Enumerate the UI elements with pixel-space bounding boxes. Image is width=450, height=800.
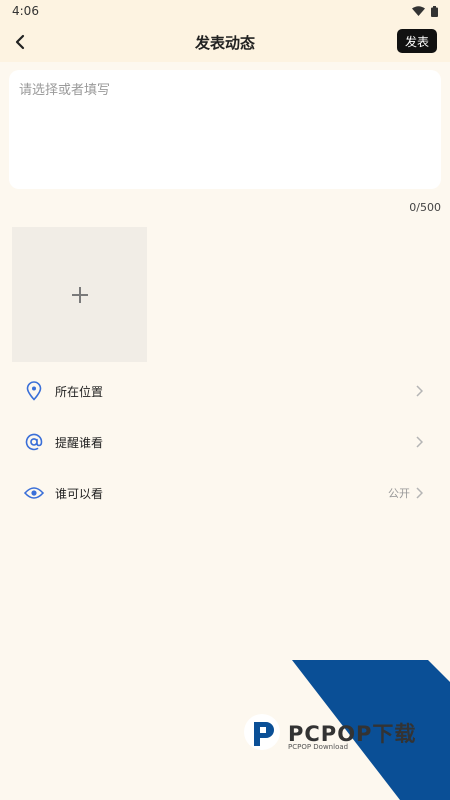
at-icon <box>24 432 44 452</box>
back-button[interactable] <box>8 30 32 54</box>
mention-label: 提醒谁看 <box>55 435 104 450</box>
post-text-input[interactable] <box>19 79 431 180</box>
publish-button[interactable]: 发表 <box>397 29 437 53</box>
watermark-subtitle: PCPOP Download <box>288 743 349 751</box>
plus-icon <box>71 286 88 303</box>
chevron-left-icon <box>15 34 25 50</box>
visibility-label: 谁可以看 <box>55 486 104 501</box>
location-row[interactable]: 所在位置 <box>0 371 450 411</box>
status-bar: 4:06 <box>0 0 450 22</box>
status-time: 4:06 <box>12 4 39 18</box>
battery-icon <box>431 5 438 17</box>
wifi-icon <box>412 6 425 16</box>
char-counter: 0/500 <box>409 201 441 214</box>
page-title: 发表动态 <box>194 33 255 52</box>
chevron-right-icon <box>416 384 426 398</box>
header-bar: 发表动态 发表 <box>0 22 450 62</box>
mention-row[interactable]: 提醒谁看 <box>0 422 450 462</box>
add-image-button[interactable] <box>12 227 147 362</box>
location-pin-icon <box>24 381 44 401</box>
post-text-area[interactable] <box>9 70 441 189</box>
location-label: 所在位置 <box>55 384 104 399</box>
eye-icon <box>24 483 44 503</box>
status-icons <box>412 5 438 17</box>
visibility-row[interactable]: 谁可以看 公开 <box>0 473 450 513</box>
chevron-right-icon <box>416 435 426 449</box>
visibility-value: 公开 <box>388 487 410 500</box>
chevron-right-icon <box>416 486 426 500</box>
